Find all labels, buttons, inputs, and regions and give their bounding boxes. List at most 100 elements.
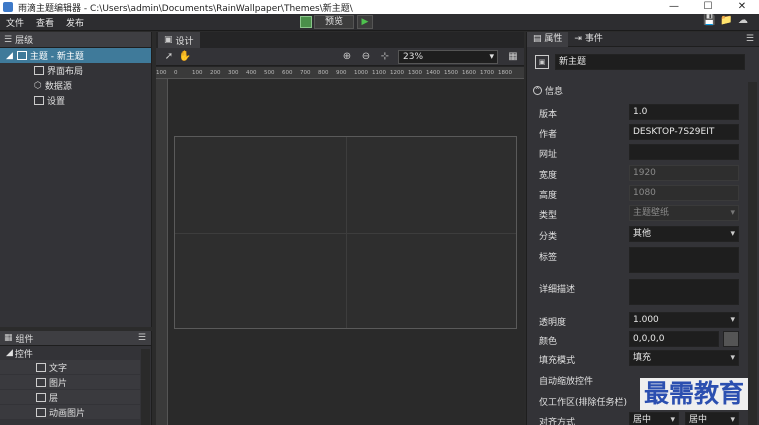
fit-icon[interactable]: ⊹ [378, 50, 392, 64]
menu-view[interactable]: 查看 [30, 16, 60, 29]
tree-item-settings[interactable]: 设置 [0, 93, 151, 108]
prop-label: 自动缩放控件 [539, 377, 594, 387]
tree-root-theme[interactable]: ◢ 主题 - 新主题 [0, 48, 151, 63]
component-label: 文字 [49, 363, 68, 374]
minimize-button[interactable]: — [657, 0, 691, 14]
maximize-button[interactable]: ☐ [691, 0, 725, 14]
prop-label: 颜色 [539, 337, 558, 347]
cloud-upload-icon[interactable]: ☁ [737, 15, 749, 26]
ruler-tick-label: 600 [282, 70, 293, 76]
panel-menu-icon[interactable]: ☰ [138, 333, 146, 343]
component-layer[interactable]: 层 [0, 390, 140, 404]
close-button[interactable]: ✕ [725, 0, 759, 14]
ruler-tick-label: 1300 [408, 70, 422, 76]
color-input[interactable]: 0,0,0,0 [629, 331, 719, 347]
grid-icon: ▦ [4, 333, 13, 343]
menu-publish[interactable]: 发布 [60, 16, 90, 29]
component-category[interactable]: ◢ 控件 [0, 346, 151, 360]
info-section-header[interactable]: ^ 信息 [527, 82, 759, 98]
component-text[interactable]: 文字 [0, 360, 140, 374]
components-tab[interactable]: ▦ 组件 ☰ [0, 331, 151, 346]
align-horizontal-select[interactable]: 居中 [629, 412, 679, 425]
component-animated-image[interactable]: 动画图片 [0, 405, 140, 419]
vertical-ruler [156, 79, 168, 425]
ruler-tick-label: 0 [174, 70, 178, 76]
align-vertical-select[interactable]: 居中 [685, 412, 739, 425]
window-title: 雨滴主题编辑器 - C:\Users\admin\Documents\RainW… [18, 3, 353, 14]
tags-input[interactable] [629, 247, 739, 273]
element-name-row: ▣ 新主题 [527, 52, 759, 72]
components-scrollbar[interactable] [141, 349, 150, 425]
color-picker-button[interactable] [723, 331, 739, 347]
tab-properties[interactable]: ▤ 属性 [527, 31, 569, 47]
collapse-triangle-icon[interactable]: ◢ [6, 348, 13, 358]
pointer-icon[interactable]: ➚ [162, 50, 176, 64]
component-image[interactable]: 图片 [0, 375, 140, 389]
ruler-tick-label: 300 [228, 70, 239, 76]
category-select[interactable]: 其他 [629, 226, 739, 242]
preview-mode-icon[interactable] [300, 16, 312, 28]
center-guide-horizontal [175, 233, 516, 234]
prop-label: 高度 [539, 191, 558, 201]
prop-label: 版本 [539, 110, 558, 120]
type-select: 主题壁纸 [629, 205, 739, 221]
url-input[interactable] [629, 144, 739, 160]
component-label: 图片 [49, 378, 68, 389]
fill-mode-select[interactable]: 填充 [629, 350, 739, 366]
ruler-tick-label: 500 [264, 70, 275, 76]
play-icon[interactable]: ▶ [357, 15, 374, 29]
properties-scrollbar[interactable] [748, 82, 757, 425]
artboard[interactable] [174, 136, 517, 329]
design-icon: ▣ [164, 35, 173, 45]
description-input[interactable] [629, 279, 739, 305]
menu-file[interactable]: 文件 [0, 16, 30, 29]
ruler-tick-label: 1400 [426, 70, 440, 76]
properties-tabs: ▤ 属性 ⇥ 事件 ☰ [527, 31, 759, 47]
prop-label: 网址 [539, 150, 558, 160]
text-icon [36, 362, 46, 372]
image-icon [36, 377, 46, 387]
menu-bar: 文件 查看 发布 预览 ▶ 💾 📁 ☁ [0, 14, 759, 31]
folder-icon[interactable]: 📁 [720, 15, 732, 26]
hand-icon[interactable]: ✋ [178, 50, 192, 64]
horizontal-ruler: 100 0 100 200 300 400 500 600 700 800 900 1000 1100 1… [156, 67, 524, 79]
layers-tab[interactable]: ☰ 层级 [0, 32, 151, 48]
panel-menu-icon[interactable]: ☰ [746, 34, 754, 44]
zoom-out-icon[interactable]: ⊖ [359, 50, 373, 64]
ruler-tick-label: 1000 [354, 70, 368, 76]
layer-icon [36, 392, 46, 402]
expand-triangle-icon[interactable]: ◢ [6, 51, 13, 61]
grid-toggle-icon[interactable]: ▦ [506, 50, 520, 64]
zoom-select[interactable]: 23% ▾ [398, 50, 498, 64]
tree-item-datasource[interactable]: ⬡ 数据源 [0, 78, 151, 93]
ruler-tick-label: 1100 [372, 70, 386, 76]
window-controls: — ☐ ✕ [657, 0, 759, 14]
zoom-value: 23% [403, 52, 424, 62]
components-panel: ▦ 组件 ☰ ◢ 控件 文字 图片 层 动画图片 [0, 331, 152, 425]
prop-label: 仅工作区(排除任务栏) [539, 398, 628, 408]
ruler-tick-label: 200 [210, 70, 221, 76]
preview-group: 预览 ▶ [300, 15, 374, 29]
ruler-tick-label: 400 [246, 70, 257, 76]
preview-button[interactable]: 预览 [314, 15, 355, 29]
file-actions: 💾 📁 ☁ [703, 15, 749, 26]
save-icon[interactable]: 💾 [703, 15, 715, 26]
ruler-tick-label: 700 [300, 70, 311, 76]
design-tab[interactable]: ▣ 设计 [158, 32, 200, 48]
cube-icon: ⬡ [34, 80, 42, 91]
design-toolbar: ➚ ✋ ⊕ ⊖ ⊹ 23% ▾ ▦ [156, 48, 524, 66]
version-input[interactable]: 1.0 [629, 104, 739, 120]
tree-item-layout[interactable]: 界面布局 [0, 63, 151, 78]
opacity-input[interactable]: 1.000 [629, 312, 739, 328]
theme-element-icon: ▣ [535, 55, 549, 69]
app-icon [3, 2, 13, 12]
ruler-tick-label: 900 [336, 70, 347, 76]
component-label: 层 [49, 393, 59, 404]
tab-events[interactable]: ⇥ 事件 [568, 32, 608, 47]
design-area: ▣ 设计 ➚ ✋ ⊕ ⊖ ⊹ 23% ▾ ▦ 100 0 100 200 300 400 5… [156, 32, 524, 425]
zoom-in-icon[interactable]: ⊕ [340, 50, 354, 64]
watermark-text: 最需教育 [640, 378, 749, 410]
properties-panel: ▤ 属性 ⇥ 事件 ☰ ▣ 新主题 ^ 信息 版本 1.0 作者 DESKTOP… [526, 31, 759, 425]
author-input[interactable]: DESKTOP-7S29EIT [629, 124, 739, 140]
element-name-input[interactable]: 新主题 [555, 54, 745, 70]
